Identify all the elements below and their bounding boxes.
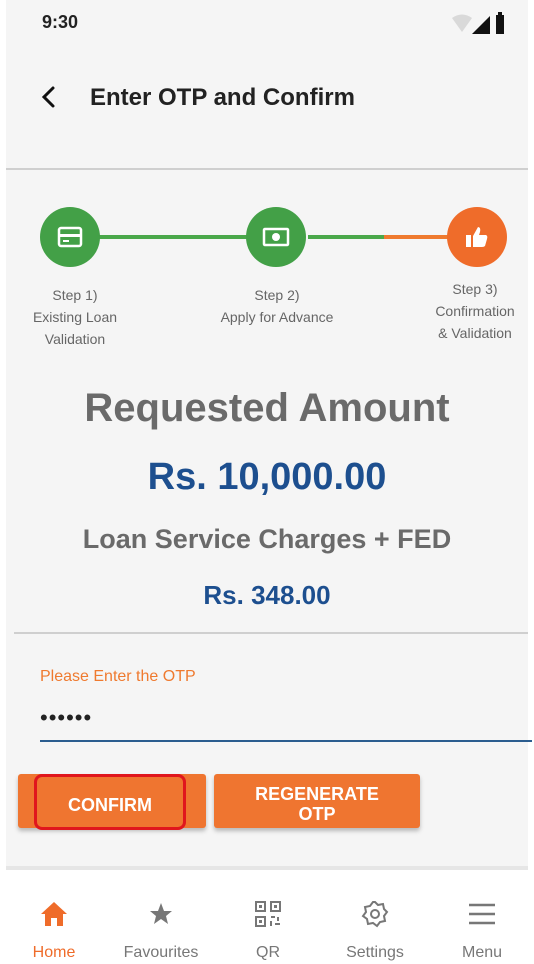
nav-label: Favourites: [123, 944, 199, 961]
service-charges-title: Loan Service Charges + FED: [82, 524, 452, 554]
app-screen: 9:30 Enter OTP and Confirm Step 1) Exist…: [6, 0, 532, 964]
nav-item-settings[interactable]: Settings: [322, 870, 428, 964]
otp-input[interactable]: [40, 696, 532, 742]
step-1-circle: [40, 207, 100, 267]
step-connector: [98, 235, 248, 239]
otp-field-label: Please Enter the OTP: [40, 668, 196, 685]
qr-icon: [252, 898, 284, 930]
step-connector: [308, 235, 384, 239]
service-charges-value: Rs. 348.00: [203, 580, 331, 610]
regenerate-label-line1: REGENERATE: [255, 784, 379, 804]
step-3-label: Step 3) Confirmation & Validation: [435, 281, 515, 341]
nav-label: Home: [32, 944, 76, 961]
requested-amount-value: Rs. 10,000.00: [147, 456, 387, 498]
regenerate-otp-button[interactable]: REGENERATE OTP: [214, 774, 420, 828]
nav-label: QR: [256, 944, 280, 961]
nav-item-menu[interactable]: Menu: [429, 870, 534, 964]
requested-amount-title: Requested Amount: [84, 386, 450, 430]
step-2-label: Step 2) Apply for Advance: [220, 287, 334, 325]
app-bar: Enter OTP and Confirm: [6, 60, 528, 140]
thumbs-up-icon: [466, 227, 488, 247]
nav-item-home[interactable]: Home: [1, 870, 107, 964]
step-3-circle: [447, 207, 507, 267]
progress-stepper: Step 1) Existing Loan Validation Step 2)…: [6, 180, 528, 370]
confirm-button-label: CONFIRM: [34, 774, 186, 830]
nav-label: Settings: [346, 944, 404, 961]
card-icon: [57, 226, 83, 248]
back-arrow-icon[interactable]: [36, 82, 62, 112]
signal-battery-icon: [452, 12, 504, 34]
home-icon: [38, 898, 70, 930]
menu-icon: [466, 898, 498, 930]
confirm-button[interactable]: CONFIRM: [18, 774, 206, 830]
nav-item-favourites[interactable]: Favourites: [108, 870, 214, 964]
step-1-label: Step 1) Existing Loan Validation: [32, 287, 118, 347]
bottom-navigation: Home Favourites QR Settings Menu: [0, 870, 528, 964]
step-connector: [384, 235, 450, 239]
status-time: 9:30: [42, 12, 79, 32]
nav-item-qr[interactable]: QR: [215, 870, 321, 964]
step-2-circle: [246, 207, 306, 267]
regenerate-label-line2: OTP: [298, 804, 336, 824]
cash-icon: [262, 227, 290, 247]
nav-label: Menu: [461, 944, 503, 961]
page-title: Enter OTP and Confirm: [90, 84, 355, 111]
status-bar: 9:30: [6, 0, 528, 48]
gear-icon: [359, 898, 391, 930]
divider: [6, 168, 528, 170]
star-icon: [145, 898, 177, 930]
divider: [14, 632, 528, 634]
